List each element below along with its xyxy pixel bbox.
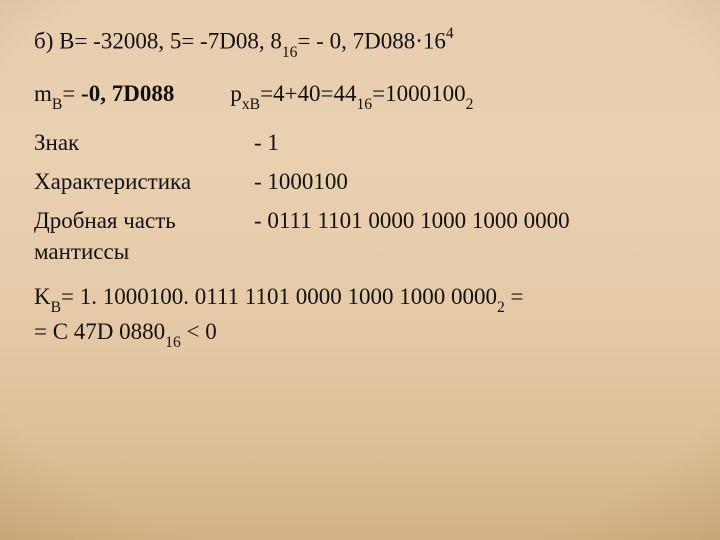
p-expression: pxB=4+40=4416=10001002 bbox=[230, 78, 473, 113]
superscript-4: 4 bbox=[446, 25, 454, 42]
row-label-characteristic: Характеристика bbox=[34, 166, 254, 197]
breakdown-table: Знак - 1 Характеристика - 1000100 Дробна… bbox=[34, 127, 686, 267]
text: p bbox=[230, 81, 242, 106]
subscript-16: 16 bbox=[282, 44, 298, 61]
row-value-sign: - 1 bbox=[254, 127, 686, 158]
text: = 1. 1000100. 0111 1101 0000 1000 1000 0… bbox=[61, 284, 497, 309]
m-value-bold: -0, 7D088 bbox=[81, 81, 174, 106]
slide-content: б) B= -32008, 5= -7D08, 816= - 0, 7D088·… bbox=[0, 0, 720, 540]
row-label-sign: Знак bbox=[34, 127, 254, 158]
table-row: Характеристика - 1000100 bbox=[34, 166, 686, 197]
text: б) B= -32008, 5= -7D08, 8 bbox=[34, 29, 282, 54]
subscript-xB: xB bbox=[242, 96, 260, 113]
subscript-2: 2 bbox=[466, 96, 474, 113]
text: = bbox=[62, 81, 81, 106]
text: = C 47D 0880 bbox=[34, 319, 165, 344]
subscript-B: B bbox=[51, 299, 61, 316]
text: = - 0, 7D088·16 bbox=[297, 29, 445, 54]
result-kb: KB= 1. 1000100. 0111 1101 0000 1000 1000… bbox=[34, 281, 686, 350]
text: = bbox=[505, 284, 524, 309]
line-m-and-p: mB= -0, 7D088 pxB=4+40=4416=10001002 bbox=[34, 78, 686, 113]
text: =4+40=44 bbox=[260, 81, 356, 106]
subscript-2: 2 bbox=[497, 299, 505, 316]
table-row: Знак - 1 bbox=[34, 127, 686, 158]
text: K bbox=[34, 284, 51, 309]
text: =1000100 bbox=[372, 81, 465, 106]
text: < 0 bbox=[181, 319, 217, 344]
m-expression: mB= -0, 7D088 bbox=[34, 78, 174, 113]
line-b-equals: б) B= -32008, 5= -7D08, 816= - 0, 7D088·… bbox=[34, 25, 686, 60]
text: m bbox=[34, 81, 52, 106]
subscript-B: B bbox=[52, 96, 62, 113]
row-value-mantissa-frac: - 0111 1101 0000 1000 1000 0000 bbox=[254, 205, 686, 267]
subscript-16: 16 bbox=[356, 96, 372, 113]
row-value-characteristic: - 1000100 bbox=[254, 166, 686, 197]
table-row: Дробная часть мантиссы - 0111 1101 0000 … bbox=[34, 205, 686, 267]
row-label-mantissa-frac: Дробная часть мантиссы bbox=[34, 205, 254, 267]
subscript-16: 16 bbox=[165, 334, 181, 351]
